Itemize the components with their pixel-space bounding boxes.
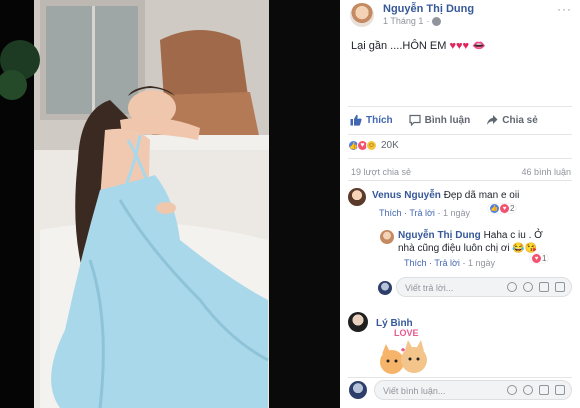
reply-text: Nguyễn Thị Dung Haha c iu . Ở nhà cũng đ… — [398, 229, 573, 255]
comment-reaction-count: 1 — [542, 254, 547, 263]
share-icon — [487, 115, 498, 125]
author-avatar[interactable] — [350, 3, 374, 27]
camera-icon[interactable] — [523, 385, 533, 395]
haha-icon: ☺ — [366, 140, 377, 151]
love-sticker[interactable]: LOVE — [374, 328, 434, 374]
comment-reaction-count: 2 — [510, 204, 515, 213]
input-icons — [507, 282, 565, 292]
avatar[interactable] — [348, 312, 368, 332]
reaction-count: 20K — [381, 140, 399, 151]
avatar — [378, 281, 392, 295]
gif-icon[interactable] — [539, 282, 549, 292]
reply-input-box[interactable] — [396, 277, 572, 297]
author-name[interactable]: Nguyễn Thị Dung — [383, 3, 474, 15]
comment-text: Venus Nguyễn Đẹp dã man e oii — [372, 189, 519, 202]
cat-sticker-icon — [380, 340, 427, 374]
comment-count[interactable]: 46 bình luận — [521, 167, 571, 177]
caption-hearts: ♥♥♥ — [449, 40, 470, 52]
share-button[interactable]: Chia sẻ — [486, 114, 538, 126]
post-time[interactable]: 1 Tháng 1 — [383, 16, 423, 26]
post-panel: Nguyễn Thị Dung 1 Tháng 1 · ··· Lại gần … — [340, 0, 580, 408]
comment-item: Venus Nguyễn Đẹp dã man e oii Thích · Tr… — [340, 186, 580, 226]
comment-reaction-badge[interactable]: ♥ 1 — [530, 254, 549, 263]
divider — [348, 377, 572, 378]
photo-illustration — [0, 0, 340, 408]
comment-content: Đẹp dã man e oii — [443, 190, 520, 201]
comment-time[interactable]: 1 ngày — [443, 208, 470, 218]
comment-input[interactable] — [383, 384, 483, 397]
comment-item: Lý Bình LOVE — [340, 310, 580, 376]
avatar — [349, 381, 367, 399]
dot-separator: · — [426, 16, 430, 26]
share-count[interactable]: 19 lượt chia sẻ — [351, 167, 411, 177]
post-caption: Lại gần ....HÔN EM ♥♥♥ 👄 — [351, 39, 486, 52]
comment-label: Bình luận — [424, 114, 471, 126]
commenter-name[interactable]: Venus Nguyễn — [372, 190, 441, 201]
more-options-button[interactable]: ··· — [557, 2, 572, 16]
comment-like-link[interactable]: Thích — [379, 208, 402, 218]
like-label: Thích — [366, 114, 393, 126]
camera-icon[interactable] — [523, 282, 533, 292]
post-header: Nguyễn Thị Dung 1 Tháng 1 · ··· — [340, 0, 580, 34]
divider — [348, 106, 572, 107]
sticker-icon[interactable] — [555, 385, 565, 395]
emoji-icon[interactable] — [507, 282, 517, 292]
comment-time[interactable]: 1 ngày — [468, 258, 495, 268]
reaction-summary[interactable]: 👍 ♥ ☺ 20K — [348, 140, 399, 151]
love-icon: ♥ — [532, 254, 541, 263]
caption-text: Lại gần ....HÔN EM — [351, 40, 450, 52]
divider — [348, 134, 572, 135]
thumbs-up-icon — [350, 114, 362, 126]
divider — [348, 180, 572, 181]
comment-icon — [409, 114, 421, 126]
input-icons — [507, 385, 565, 395]
comment-reply-link[interactable]: Trả lời — [434, 258, 460, 268]
caption-lips: 👄 — [472, 40, 486, 52]
avatar[interactable] — [380, 230, 394, 244]
reply-input[interactable] — [405, 281, 505, 294]
like-button[interactable]: Thích — [350, 114, 393, 126]
comment-reply-link[interactable]: Trả lời — [409, 208, 435, 218]
post-meta: 1 Tháng 1 · — [383, 16, 442, 26]
comment-input-box[interactable] — [374, 380, 572, 400]
globe-icon — [432, 16, 442, 26]
avatar[interactable] — [348, 188, 366, 206]
post-photo[interactable] — [0, 0, 340, 408]
comment-button[interactable]: Bình luận — [409, 114, 471, 126]
comment-reaction-badge[interactable]: 👍 ♥ 2 — [488, 204, 517, 213]
divider — [348, 158, 572, 159]
reply-content-line1: Haha c iu . Ở — [483, 230, 543, 241]
share-label: Chia sẻ — [502, 114, 538, 126]
emoji-icon[interactable] — [507, 385, 517, 395]
post-actions: Thích Bình luận Chia sẻ — [340, 108, 580, 132]
sticker-icon[interactable] — [555, 282, 565, 292]
reply-content-line2: nhà cũng điệu luôn chị ơi 😂😘 — [398, 243, 538, 254]
like-icon: 👍 — [490, 204, 499, 213]
comment-actions: Thích · Trả lời · 1 ngày — [379, 208, 470, 218]
post-stats: 19 lượt chia sẻ 46 bình luận — [351, 167, 571, 177]
comment-actions: Thích · Trả lời · 1 ngày — [404, 258, 495, 268]
comment-like-link[interactable]: Thích — [404, 258, 427, 268]
love-icon: ♥ — [500, 204, 509, 213]
reply-item: Nguyễn Thị Dung Haha c iu . Ở nhà cũng đ… — [340, 226, 580, 272]
gif-icon[interactable] — [539, 385, 549, 395]
commenter-name[interactable]: Nguyễn Thị Dung — [398, 230, 481, 241]
